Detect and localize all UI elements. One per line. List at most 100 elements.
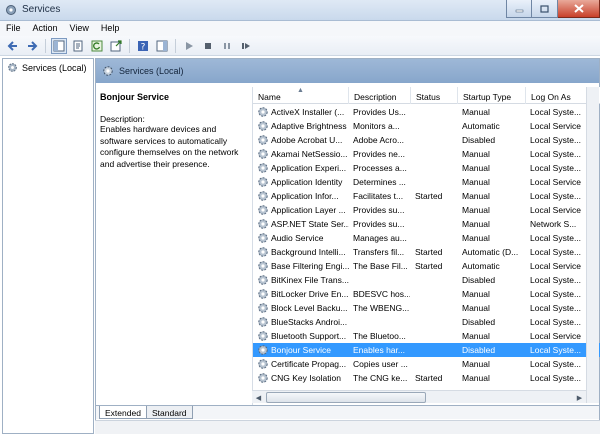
play-icon: [186, 41, 193, 50]
service-status: Started: [415, 247, 443, 257]
pause-service-button[interactable]: [219, 38, 235, 54]
tree-item-label: Services (Local): [22, 62, 87, 73]
forward-icon: [28, 40, 38, 51]
pane-header: Services (Local): [96, 59, 599, 83]
scroll-left-icon[interactable]: ◀: [252, 391, 265, 404]
service-description: BDESVC hos...: [353, 289, 410, 299]
table-row[interactable]: Application Identity Determines ... Manual…: [253, 175, 600, 189]
show-hide-action-pane-button[interactable]: [154, 38, 170, 54]
service-name: Block Level Backu...: [271, 303, 348, 313]
back-button[interactable]: [5, 38, 21, 54]
maximize-button[interactable]: [532, 0, 558, 18]
table-row[interactable]: ActiveX Installer (... Provides Us... Manu…: [253, 105, 600, 119]
service-startup-type: Manual: [462, 191, 490, 201]
menu-action-label: Action: [32, 23, 58, 33]
menu-action[interactable]: Action: [27, 21, 64, 36]
services-pane: Services (Local) Bonjour Service Descrip…: [95, 58, 600, 434]
gear-icon: [258, 359, 268, 369]
table-row[interactable]: ASP.NET State Ser... Provides su... Manual…: [253, 217, 600, 231]
column-header-status[interactable]: Status: [411, 87, 458, 104]
service-startup-type: Manual: [462, 359, 490, 369]
refresh-icon: [91, 40, 103, 51]
table-row[interactable]: BlueStacks Androi... Disabled Local Syste.…: [253, 315, 600, 329]
refresh-button[interactable]: [89, 38, 105, 54]
service-name: BitLocker Drive En...: [271, 289, 349, 299]
horizontal-scrollbar[interactable]: ◀ ▶: [252, 390, 586, 403]
service-description: Transfers fil...: [353, 247, 405, 257]
gear-icon: [258, 289, 268, 299]
tab-extended[interactable]: Extended: [99, 406, 147, 419]
table-row[interactable]: Bluetooth Support... The Bluetoo... Manual…: [253, 329, 600, 343]
restart-service-button[interactable]: [238, 38, 254, 54]
table-row[interactable]: Certificate Propag... Copies user ... Manu…: [253, 357, 600, 371]
tree-item-services-local[interactable]: Services (Local): [7, 62, 87, 73]
table-row[interactable]: CNG Key Isolation The CNG ke... Started Man…: [253, 371, 600, 385]
service-description: Provides su...: [353, 219, 405, 229]
service-startup-type: Manual: [462, 303, 490, 313]
service-startup-type: Disabled: [462, 135, 496, 145]
column-header-startup-type[interactable]: Startup Type: [458, 87, 526, 104]
service-name: Audio Service: [271, 233, 324, 243]
table-row[interactable]: Adobe Acrobat U... Adobe Acro... Disabled L…: [253, 133, 600, 147]
stop-service-button[interactable]: [200, 38, 216, 54]
scroll-thumb[interactable]: [266, 392, 426, 403]
table-row[interactable]: Application Infor... Facilitates t... Star…: [253, 189, 600, 203]
service-rows: ActiveX Installer (... Provides Us... Manu…: [253, 105, 600, 385]
service-description-panel: Bonjour Service Description: Enables har…: [96, 84, 251, 406]
properties-button[interactable]: [70, 38, 86, 54]
selected-service-title: Bonjour Service: [100, 92, 170, 102]
menu-view[interactable]: View: [64, 21, 95, 36]
menu-file[interactable]: File: [0, 21, 27, 36]
table-row[interactable]: BitKinex File Trans... Disabled Local Syst…: [253, 273, 600, 287]
table-row[interactable]: Akamai NetSessio... Provides ne... Manual L…: [253, 147, 600, 161]
table-row[interactable]: Audio Service Manages au... Manual Local Sy…: [253, 231, 600, 245]
vertical-scrollbar[interactable]: [586, 87, 599, 403]
minimize-icon: [515, 9, 523, 12]
table-row[interactable]: Application Layer ... Provides su... Manua…: [253, 203, 600, 217]
service-startup-type: Disabled: [462, 345, 496, 355]
gear-icon: [258, 247, 268, 257]
table-row[interactable]: Bonjour Service Enables har... Disabled Loc…: [253, 343, 600, 357]
restart-icon: [242, 42, 250, 49]
service-description: Processes a...: [353, 163, 407, 173]
export-list-button[interactable]: [108, 38, 124, 54]
service-startup-type: Manual: [462, 219, 490, 229]
service-name: Akamai NetSessio...: [271, 149, 348, 159]
table-row[interactable]: Adaptive Brightness Monitors a... Automati…: [253, 119, 600, 133]
gear-icon: [258, 135, 268, 145]
column-header-name[interactable]: Name: [253, 87, 349, 104]
description-label: Description:: [100, 114, 145, 124]
menu-help-label: Help: [100, 23, 120, 33]
console-tree-button[interactable]: [51, 37, 67, 54]
service-description: Provides su...: [353, 205, 405, 215]
minimize-button[interactable]: [506, 0, 532, 18]
table-row[interactable]: BitLocker Drive En... BDESVC hos... Manual…: [253, 287, 600, 301]
column-header-description[interactable]: Description: [349, 87, 411, 104]
table-row[interactable]: Block Level Backu... The WBENG... Manual Lo…: [253, 301, 600, 315]
action-pane-icon: [156, 40, 168, 51]
service-description: The CNG ke...: [353, 373, 408, 383]
gear-icon: [258, 177, 268, 187]
table-row[interactable]: Base Filtering Engi... The Base Fil... Sta…: [253, 259, 600, 273]
services-list: ▲ Name Description Status Startup Type L…: [252, 87, 600, 407]
gear-icon: [258, 107, 268, 117]
service-status: Started: [415, 261, 443, 271]
service-description: Determines ...: [353, 177, 406, 187]
service-startup-type: Manual: [462, 177, 490, 187]
table-row[interactable]: Background Intelli... Transfers fil... Sta…: [253, 245, 600, 259]
help-button[interactable]: ?: [135, 38, 151, 54]
service-name: Application Identity: [271, 177, 343, 187]
menu-view-label: View: [69, 23, 89, 33]
table-row[interactable]: Application Experi... Processes a... Manua…: [253, 161, 600, 175]
service-name: Bluetooth Support...: [271, 331, 347, 341]
scroll-right-icon[interactable]: ▶: [573, 391, 586, 404]
title-bar: Services: [0, 0, 600, 21]
service-description: Enables har...: [353, 345, 405, 355]
forward-button[interactable]: [24, 38, 40, 54]
start-service-button[interactable]: [181, 38, 197, 54]
menu-help[interactable]: Help: [95, 21, 126, 36]
close-button[interactable]: [558, 0, 600, 18]
service-startup-type: Manual: [462, 163, 490, 173]
close-icon: [573, 4, 584, 13]
tab-standard[interactable]: Standard: [146, 406, 193, 419]
